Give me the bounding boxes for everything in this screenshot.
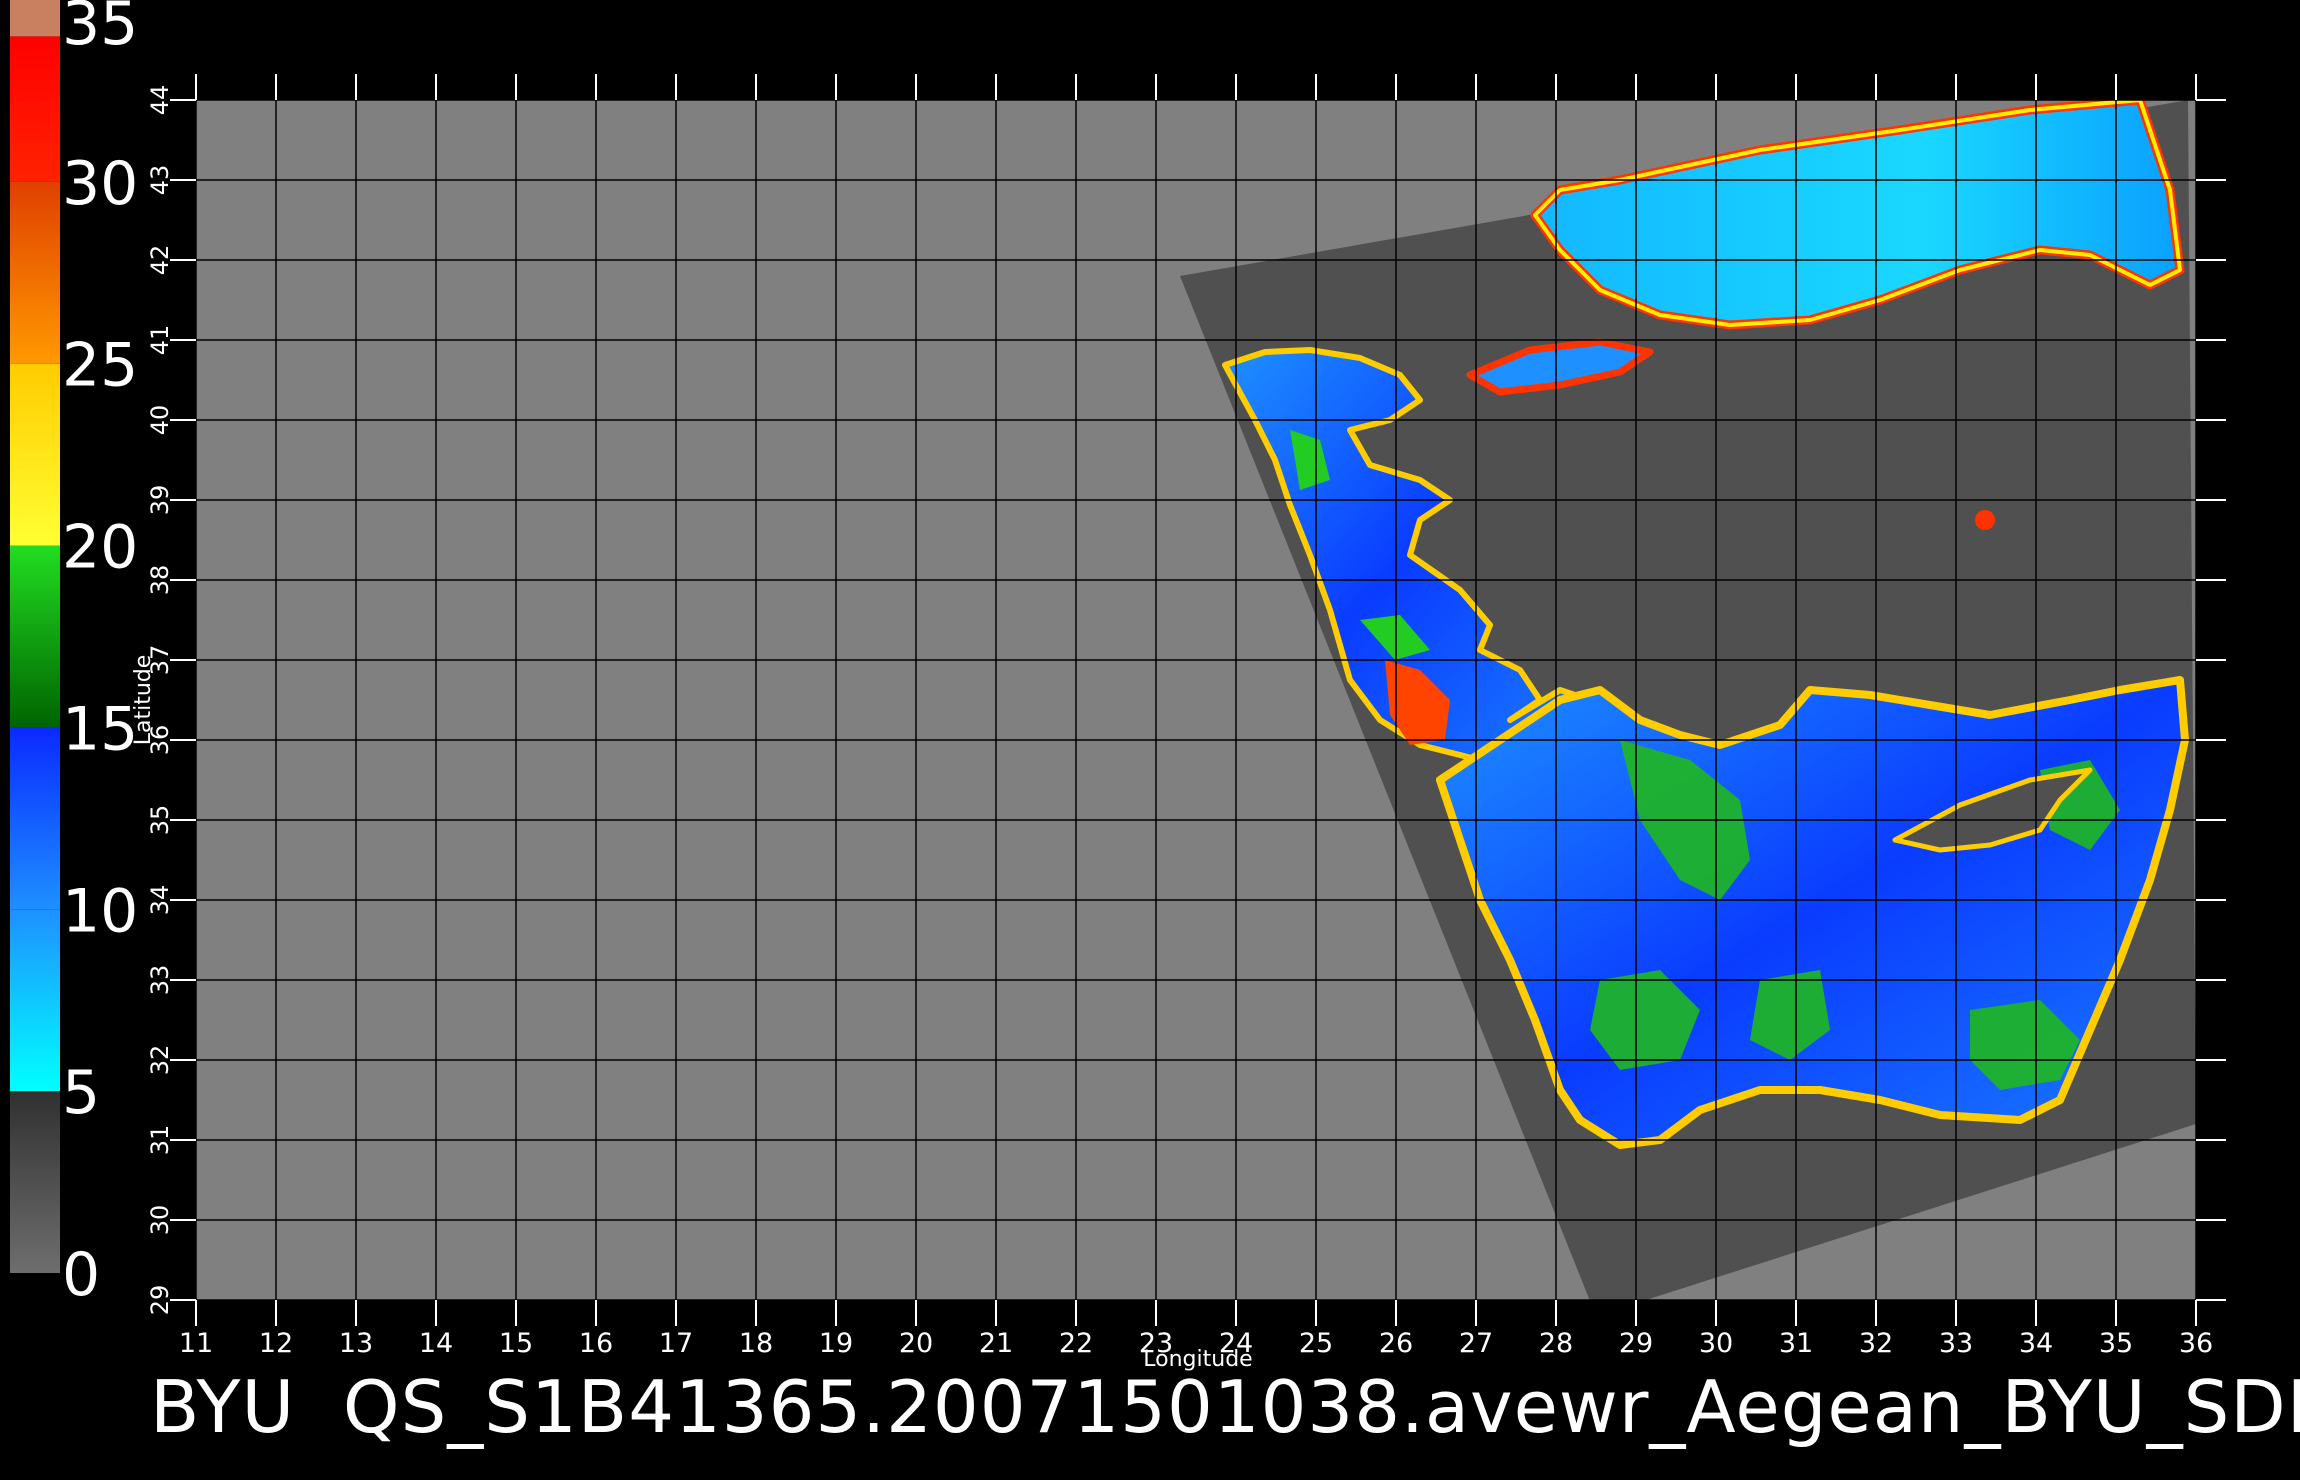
x-tick-label: 33 xyxy=(1939,1328,1973,1359)
y-tick-label: 30 xyxy=(146,1205,174,1236)
x-tick-label: 25 xyxy=(1299,1328,1333,1359)
x-tick-label: 32 xyxy=(1859,1328,1893,1359)
y-axis-label: Latitude xyxy=(131,655,156,746)
y-tick-label: 35 xyxy=(146,805,174,836)
colorbar-tick-label: 5 xyxy=(62,1058,100,1128)
colorbar-band xyxy=(10,363,60,546)
y-tick-label: 40 xyxy=(146,405,174,436)
colorbar-tick-label: 25 xyxy=(62,331,138,401)
x-tick-label: 31 xyxy=(1779,1328,1813,1359)
colorbar-tick-label: 30 xyxy=(62,149,138,219)
y-tick-label: 44 xyxy=(146,85,174,116)
y-tick-label: 41 xyxy=(146,325,174,356)
colorbar xyxy=(10,0,60,1273)
x-tick-label: 13 xyxy=(339,1328,373,1359)
colorbar-tick-label: 0 xyxy=(62,1240,100,1310)
x-tick-label: 29 xyxy=(1619,1328,1653,1359)
x-tick-label: 14 xyxy=(419,1328,453,1359)
colorbar-tick-label: 10 xyxy=(62,876,138,946)
figure-caption: BYU QS_S1B41365.20071501038.avewr_Aegean… xyxy=(150,1365,2300,1449)
colorbar-band xyxy=(10,36,60,182)
lake-speck xyxy=(1975,510,1995,530)
x-tick-label: 11 xyxy=(179,1328,213,1359)
x-tick-label: 34 xyxy=(2019,1328,2053,1359)
east-med-wind-region xyxy=(1436,676,2189,1149)
colorbar-tick-label: 15 xyxy=(62,694,138,764)
x-tick-label: 17 xyxy=(659,1328,693,1359)
x-tick-label: 16 xyxy=(579,1328,613,1359)
colorbar-tick-label: 20 xyxy=(62,513,138,583)
x-tick-label: 26 xyxy=(1379,1328,1413,1359)
colorbar-band xyxy=(10,1091,60,1273)
colorbar-band xyxy=(10,727,60,910)
x-tick-label: 21 xyxy=(979,1328,1013,1359)
x-tick-label: 27 xyxy=(1459,1328,1493,1359)
y-tick-label: 32 xyxy=(146,1045,174,1076)
y-tick-label: 42 xyxy=(146,245,174,276)
y-tick-label: 39 xyxy=(146,485,174,516)
x-tick-label: 15 xyxy=(499,1328,533,1359)
colorbar-band xyxy=(10,181,60,364)
x-tick-label: 19 xyxy=(819,1328,853,1359)
x-tick-label: 35 xyxy=(2099,1328,2133,1359)
colorbar-band xyxy=(10,909,60,1092)
y-tick-label: 33 xyxy=(146,965,174,996)
wind-speed-map-figure: 35 30 25 20 15 10 5 0 11 12 13 14 15 16 17 18 1… xyxy=(10,0,2226,1372)
x-tick-label: 36 xyxy=(2179,1328,2213,1359)
y-tick-label: 43 xyxy=(146,165,174,196)
x-tick-label: 20 xyxy=(899,1328,933,1359)
x-tick-label: 30 xyxy=(1699,1328,1733,1359)
y-tick-label: 31 xyxy=(146,1125,174,1156)
y-tick-label: 38 xyxy=(146,565,174,596)
colorbar-tick-labels: 35 30 25 20 15 10 5 0 xyxy=(62,0,138,1310)
colorbar-band xyxy=(10,0,60,37)
x-tick-label: 22 xyxy=(1059,1328,1093,1359)
x-tick-label: 28 xyxy=(1539,1328,1573,1359)
y-tick-label: 34 xyxy=(146,885,174,916)
colorbar-tick-label: 35 xyxy=(62,0,138,59)
x-tick-label: 12 xyxy=(259,1328,293,1359)
x-tick-label: 18 xyxy=(739,1328,773,1359)
colorbar-band xyxy=(10,545,60,728)
y-tick-label: 29 xyxy=(146,1285,174,1316)
